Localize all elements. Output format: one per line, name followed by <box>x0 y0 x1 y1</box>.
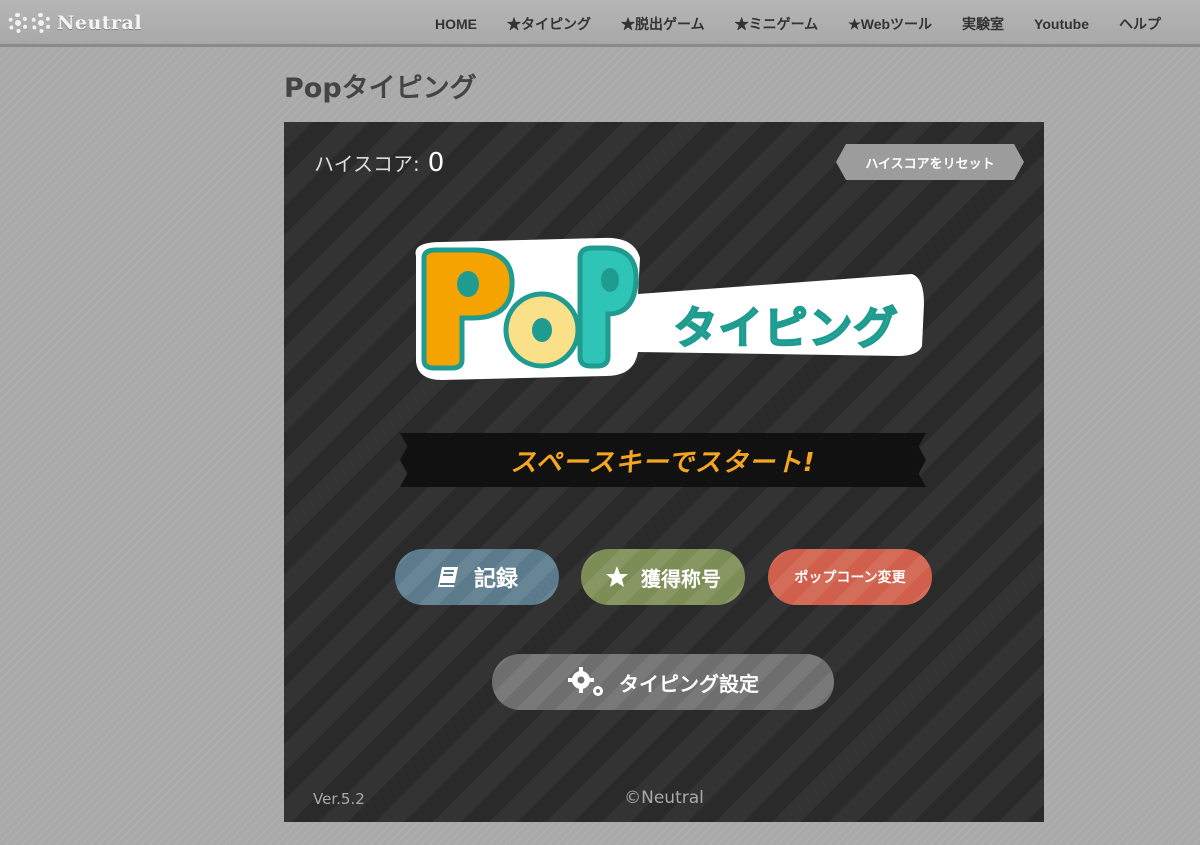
site-logo[interactable]: Neutral <box>8 9 142 37</box>
game-logo: タイピング <box>402 234 932 384</box>
logo-subtitle: タイピング <box>673 302 899 355</box>
record-button-label: 記録 <box>473 567 518 592</box>
star-icon <box>605 565 629 589</box>
start-prompt-text: スペースキーでスタート! <box>510 447 816 478</box>
gear-icon <box>31 13 51 33</box>
popcorn-change-button-label: ポップコーン変更 <box>794 570 906 586</box>
gears-icon <box>567 666 607 698</box>
copyright-label: ©Neutral <box>624 788 704 808</box>
titles-button-label: 獲得称号 <box>641 566 721 591</box>
nav-item-escape-games[interactable]: ★脱出ゲーム <box>606 14 720 34</box>
main-nav: HOME ★タイピング ★脱出ゲーム ★ミニゲーム ★Webツール 実験室 Yo… <box>420 0 1176 47</box>
nav-item-home[interactable]: HOME <box>420 16 492 32</box>
start-prompt-banner: スペースキーでスタート! <box>400 433 926 487</box>
highscore-display: ハイスコア: 0 <box>314 148 444 178</box>
highscore-value: 0 <box>427 148 445 178</box>
popcorn-change-button[interactable]: ポップコーン変更 <box>768 549 932 605</box>
gear-icon <box>8 13 28 33</box>
nav-item-lab[interactable]: 実験室 <box>947 14 1019 34</box>
site-header: Neutral HOME ★タイピング ★脱出ゲーム ★ミニゲーム ★Webツー… <box>0 0 1200 47</box>
nav-item-mini-games[interactable]: ★ミニゲーム <box>720 14 834 34</box>
nav-item-help[interactable]: ヘルプ <box>1104 14 1176 34</box>
nav-item-youtube[interactable]: Youtube <box>1019 16 1104 32</box>
highscore-label: ハイスコア: <box>314 152 420 176</box>
page-title: Popタイピング <box>284 73 477 104</box>
typing-settings-button[interactable]: タイピング設定 <box>492 654 834 710</box>
reset-highscore-button[interactable]: ハイスコアをリセット <box>836 144 1024 180</box>
nav-item-web-tools[interactable]: ★Webツール <box>833 14 947 34</box>
site-logo-text: Neutral <box>57 12 143 34</box>
game-canvas[interactable]: ハイスコア: 0 ハイスコアをリセット タイピング スペースキーでスタート! 記… <box>284 122 1044 822</box>
book-icon <box>436 565 462 589</box>
typing-settings-button-label: タイピング設定 <box>619 671 759 696</box>
nav-item-typing[interactable]: ★タイピング <box>492 14 606 34</box>
titles-button[interactable]: 獲得称号 <box>581 549 745 605</box>
record-button[interactable]: 記録 <box>395 549 559 605</box>
